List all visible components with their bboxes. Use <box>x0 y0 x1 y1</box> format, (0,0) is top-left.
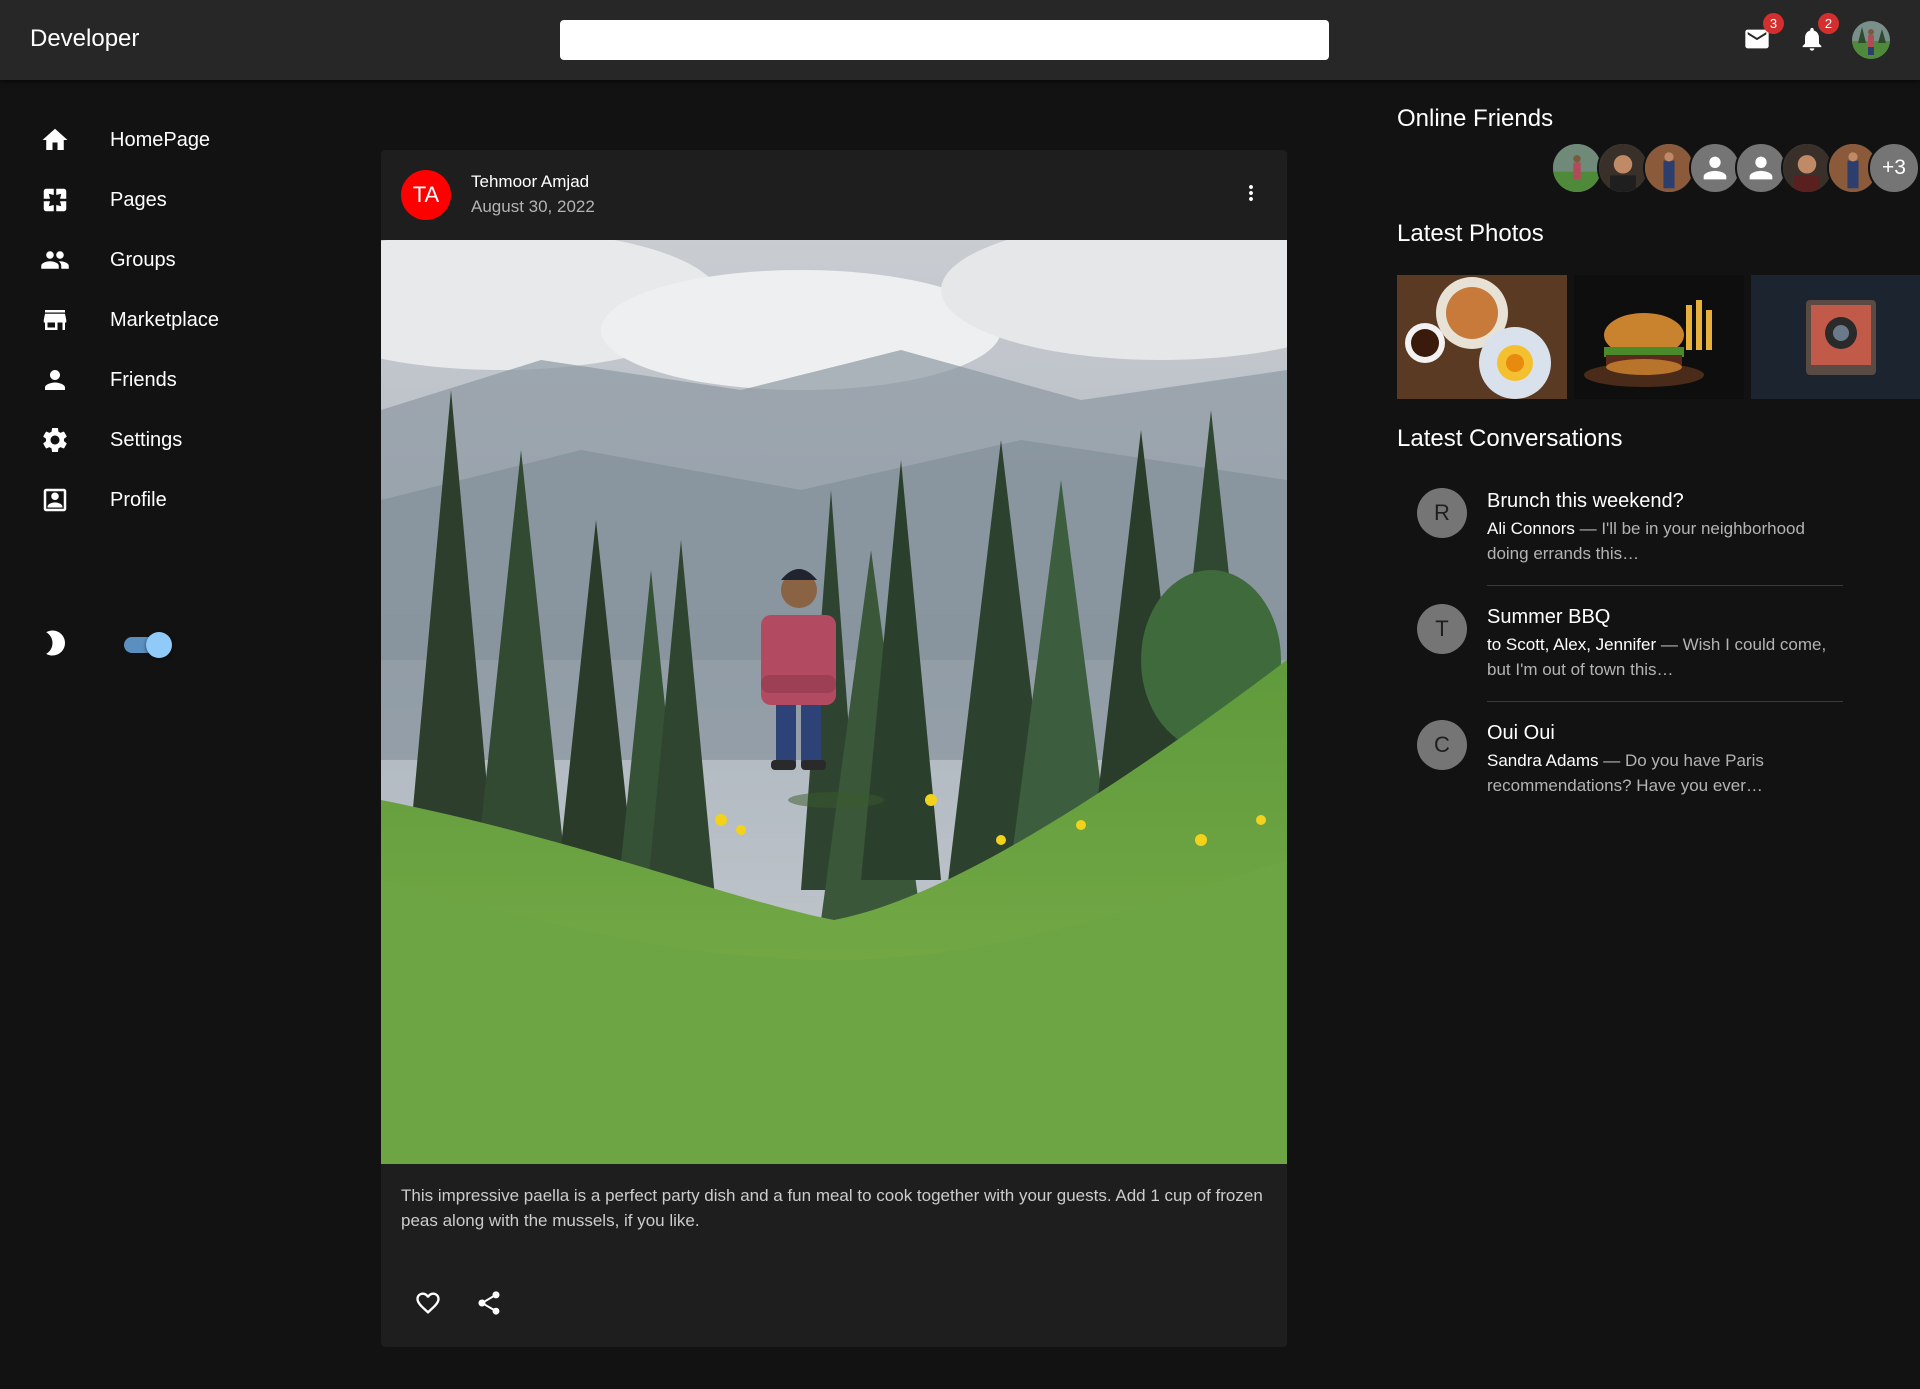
sidebar-item-label: Profile <box>110 488 167 511</box>
search-input[interactable] <box>560 20 1329 60</box>
gear-icon <box>40 425 70 455</box>
friend-avatar[interactable] <box>1551 142 1603 194</box>
latest-photo-camera[interactable] <box>1751 275 1920 399</box>
account-box-icon <box>40 485 70 515</box>
online-friends-title: Online Friends <box>1397 105 1554 132</box>
more-friends-count[interactable]: +3 <box>1868 142 1920 194</box>
conversation-preview: Sandra Adams — Do you have Paris recomme… <box>1487 748 1837 798</box>
toggle-thumb <box>146 632 172 658</box>
sidebar-item-profile[interactable]: Profile <box>0 470 340 530</box>
post-author-name: Tehmoor Amjad <box>471 172 590 191</box>
conversation-title: Brunch this weekend? <box>1487 490 1684 512</box>
friend-avatar-placeholder[interactable] <box>1689 142 1741 194</box>
sidebar-item-label: Pages <box>110 188 167 211</box>
sidebar-item-label: HomePage <box>110 128 211 151</box>
sidebar-item-label: Marketplace <box>110 308 219 331</box>
notifications-button[interactable]: 2 <box>1795 13 1839 56</box>
dark-mode-icon <box>40 628 70 658</box>
post-photo[interactable] <box>381 240 1287 1164</box>
conversation-avatar: C <box>1417 720 1467 770</box>
user-avatar[interactable] <box>1852 21 1890 59</box>
sidebar-item-homepage[interactable]: HomePage <box>0 110 340 170</box>
share-icon <box>478 1291 500 1315</box>
brand-title[interactable]: Developer <box>30 25 139 53</box>
sidebar-item-groups[interactable]: Groups <box>0 230 340 290</box>
app-bar: Developer 3 2 <box>0 0 1920 80</box>
mail-button[interactable]: 3 <box>1740 13 1784 56</box>
person-icon <box>1749 156 1773 180</box>
conversation-avatar: R <box>1417 488 1467 538</box>
post-date: August 30, 2022 <box>471 197 595 216</box>
dark-mode-toggle[interactable] <box>124 632 172 658</box>
conversation-sender: to Scott, Alex, Jennifer <box>1487 635 1657 654</box>
sidebar-item-label: Friends <box>110 368 177 391</box>
conversation-item[interactable]: C Oui Oui Sandra Adams — Do you have Par… <box>1397 712 1847 822</box>
divider <box>1487 701 1843 702</box>
conversation-item[interactable]: R Brunch this weekend? Ali Connors — I'l… <box>1397 480 1847 590</box>
storefront-icon <box>40 305 70 335</box>
conversation-preview: Ali Connors — I'll be in your neighborho… <box>1487 516 1837 566</box>
person-icon <box>1703 156 1727 180</box>
conversation-preview: to Scott, Alex, Jennifer — Wish I could … <box>1487 632 1837 682</box>
latest-photo-burger[interactable] <box>1574 275 1744 399</box>
friend-avatar-placeholder[interactable] <box>1735 142 1787 194</box>
more-vertical-icon <box>1249 185 1253 201</box>
conversation-title: Oui Oui <box>1487 722 1555 744</box>
avatar-photo-image <box>1852 21 1890 59</box>
friend-avatar[interactable] <box>1597 142 1649 194</box>
post-card: TA Tehmoor Amjad August 30, 2022 This im… <box>381 150 1287 1347</box>
conversation-avatar: T <box>1417 604 1467 654</box>
heart-outline-icon <box>416 1292 440 1314</box>
sidebar-item-label: Groups <box>110 248 176 271</box>
mail-badge: 3 <box>1763 13 1784 34</box>
groups-icon <box>40 245 70 275</box>
post-author-avatar[interactable]: TA <box>401 170 451 220</box>
notification-badge: 2 <box>1818 13 1839 34</box>
post-body-text: This impressive paella is a perfect part… <box>401 1186 1263 1230</box>
conversation-sender: Sandra Adams <box>1487 751 1599 770</box>
sidebar-item-marketplace[interactable]: Marketplace <box>0 290 340 350</box>
sidebar-item-pages[interactable]: Pages <box>0 170 340 230</box>
pages-icon <box>40 185 70 215</box>
latest-conversations-title: Latest Conversations <box>1397 425 1623 452</box>
post-landscape-image <box>381 240 1287 1164</box>
like-button[interactable] <box>408 1283 448 1323</box>
sidebar-item-friends[interactable]: Friends <box>0 350 340 410</box>
divider <box>1487 585 1843 586</box>
latest-photo-breakfast[interactable] <box>1397 275 1567 399</box>
friend-avatar[interactable] <box>1781 142 1833 194</box>
share-button[interactable] <box>469 1283 509 1323</box>
post-more-button[interactable] <box>1239 178 1263 208</box>
sidebar-item-settings[interactable]: Settings <box>0 410 340 470</box>
person-icon <box>40 365 70 395</box>
latest-photos-title: Latest Photos <box>1397 220 1544 247</box>
sidebar-item-label: Settings <box>110 428 183 451</box>
conversation-sender: Ali Connors <box>1487 519 1575 538</box>
home-icon <box>40 125 70 155</box>
conversation-item[interactable]: T Summer BBQ to Scott, Alex, Jennifer — … <box>1397 596 1847 706</box>
friend-avatar[interactable] <box>1643 142 1695 194</box>
conversation-title: Summer BBQ <box>1487 606 1611 628</box>
